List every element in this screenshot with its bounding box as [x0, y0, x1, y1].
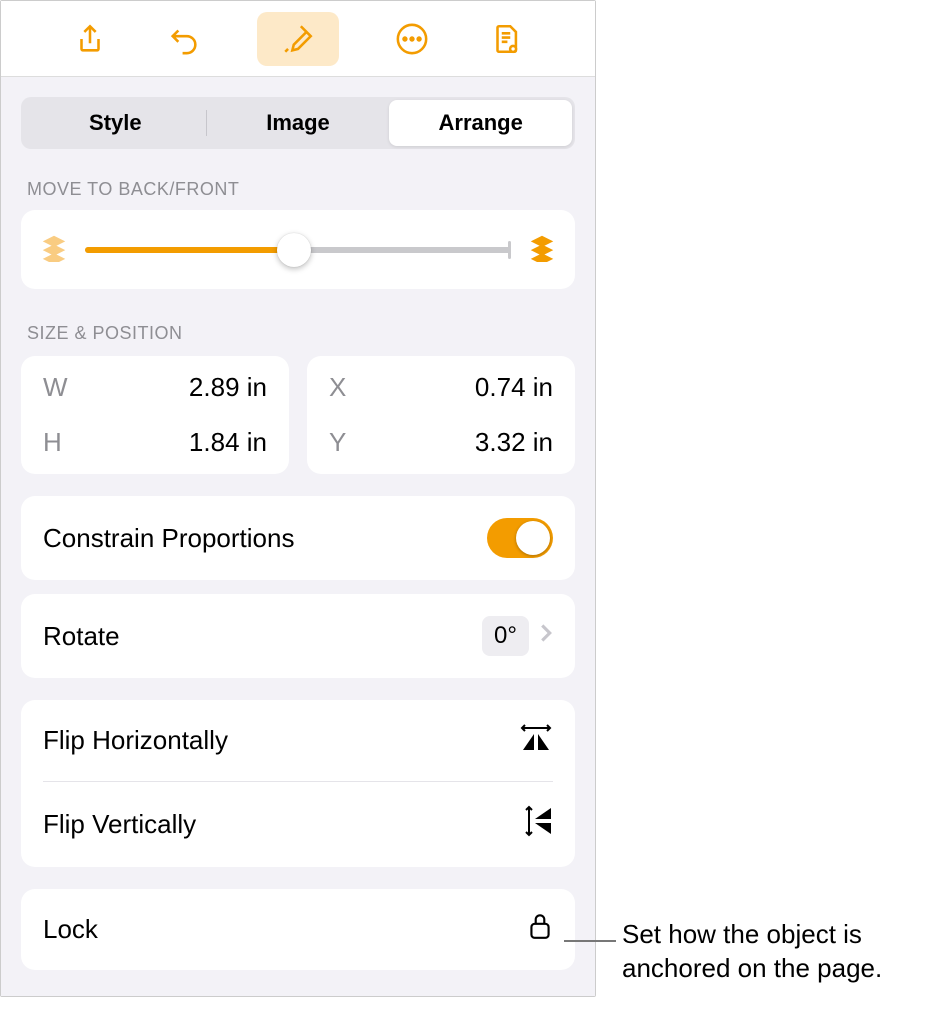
height-label: H	[43, 427, 62, 458]
layer-slider-card	[21, 210, 575, 289]
format-brush-icon	[281, 22, 315, 56]
format-tabs: Style Image Arrange	[21, 97, 575, 149]
move-back-icon	[39, 232, 69, 267]
document-settings-icon	[489, 22, 523, 56]
move-front-icon	[527, 232, 557, 267]
flip-group: Flip Horizontally Flip Vertically	[21, 700, 575, 867]
rotate-row[interactable]: Rotate 0°	[21, 594, 575, 678]
toggle-knob	[516, 521, 550, 555]
constrain-label: Constrain Proportions	[43, 523, 294, 554]
toolbar	[1, 1, 595, 77]
callout: Set how the object is anchored on the pa…	[564, 918, 942, 986]
tab-style[interactable]: Style	[24, 100, 207, 146]
height-value: 1.84 in	[189, 427, 267, 458]
constrain-toggle[interactable]	[487, 518, 553, 558]
flip-vertical-row[interactable]: Flip Vertically	[21, 782, 575, 867]
size-section-header: SIZE & POSITION	[27, 323, 575, 344]
rotate-value[interactable]: 0°	[482, 616, 529, 656]
panel-body: Style Image Arrange MOVE TO BACK/FRONT	[1, 77, 595, 996]
position-column: X 0.74 in Y 3.32 in	[307, 356, 575, 474]
undo-button[interactable]	[163, 18, 205, 60]
lock-icon	[527, 911, 553, 948]
flip-horizontal-row[interactable]: Flip Horizontally	[21, 700, 575, 781]
lock-row[interactable]: Lock	[21, 889, 575, 970]
callout-line	[564, 940, 616, 942]
more-icon	[395, 22, 429, 56]
tab-arrange-label: Arrange	[439, 110, 523, 136]
x-value: 0.74 in	[475, 372, 553, 403]
width-field[interactable]: W 2.89 in	[21, 360, 289, 415]
width-label: W	[43, 372, 68, 403]
size-position-grid: W 2.89 in H 1.84 in X 0.74 in Y 3.32 in	[21, 356, 575, 474]
rotate-value-group: 0°	[482, 616, 553, 656]
flip-v-label: Flip Vertically	[43, 809, 196, 840]
y-value: 3.32 in	[475, 427, 553, 458]
undo-icon	[167, 22, 201, 56]
slider-end-tick	[508, 241, 511, 259]
flip-h-label: Flip Horizontally	[43, 725, 228, 756]
y-label: Y	[329, 427, 346, 458]
share-icon	[73, 22, 107, 56]
height-field[interactable]: H 1.84 in	[21, 415, 289, 470]
format-inspector-panel: Style Image Arrange MOVE TO BACK/FRONT	[0, 0, 596, 997]
constrain-proportions-row: Constrain Proportions	[21, 496, 575, 580]
document-settings-button[interactable]	[485, 18, 527, 60]
slider-fill	[85, 247, 294, 253]
more-button[interactable]	[391, 18, 433, 60]
x-field[interactable]: X 0.74 in	[307, 360, 575, 415]
tab-image-label: Image	[266, 110, 330, 136]
lock-label: Lock	[43, 914, 98, 945]
rotate-label: Rotate	[43, 621, 120, 652]
width-value: 2.89 in	[189, 372, 267, 403]
move-section-header: MOVE TO BACK/FRONT	[27, 179, 575, 200]
tab-image[interactable]: Image	[207, 100, 390, 146]
size-column: W 2.89 in H 1.84 in	[21, 356, 289, 474]
layer-slider[interactable]	[85, 247, 511, 253]
flip-horizontal-icon	[519, 722, 553, 759]
y-field[interactable]: Y 3.32 in	[307, 415, 575, 470]
format-button[interactable]	[257, 12, 339, 66]
flip-vertical-icon	[523, 804, 553, 845]
callout-text: Set how the object is anchored on the pa…	[622, 918, 942, 986]
x-label: X	[329, 372, 346, 403]
share-button[interactable]	[69, 18, 111, 60]
chevron-right-icon	[539, 623, 553, 649]
tab-style-label: Style	[89, 110, 142, 136]
tab-arrange[interactable]: Arrange	[389, 100, 572, 146]
slider-thumb[interactable]	[277, 233, 311, 267]
